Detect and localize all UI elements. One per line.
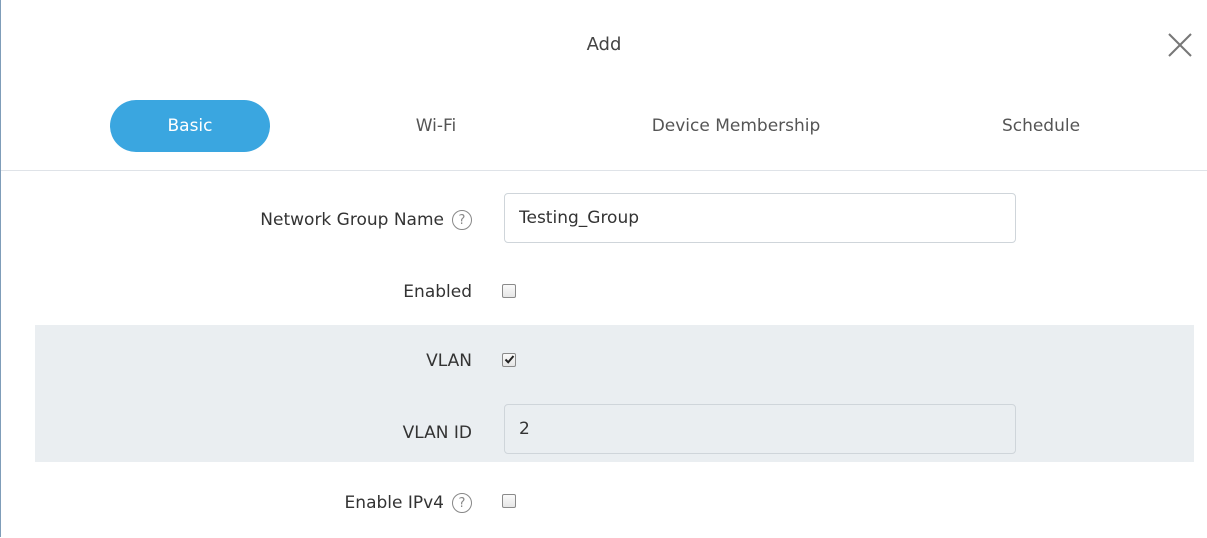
- close-button[interactable]: [1167, 32, 1193, 58]
- enabled-label: Enabled: [403, 282, 472, 302]
- tab-schedule[interactable]: Schedule: [971, 100, 1111, 152]
- vlan-label: VLAN: [426, 351, 472, 371]
- help-icon[interactable]: ?: [452, 493, 472, 513]
- vlan-id-label: VLAN ID: [402, 423, 472, 443]
- enabled-checkbox[interactable]: [502, 284, 516, 298]
- row-enable-ipv4: Enable IPv4?: [35, 470, 1194, 538]
- enable-ipv4-label-text: Enable IPv4: [344, 493, 444, 513]
- row-vlan: VLAN: [35, 325, 1194, 393]
- tab-device-membership[interactable]: Device Membership: [611, 100, 861, 152]
- tab-divider: [1, 170, 1207, 171]
- row-enabled: Enabled: [35, 258, 1194, 326]
- network-group-name-label: Network Group Name?: [260, 210, 472, 230]
- tab-bar: Basic Wi-Fi Device Membership Schedule: [1, 100, 1207, 152]
- network-group-name-input[interactable]: [504, 193, 1016, 243]
- enable-ipv4-label: Enable IPv4?: [345, 493, 472, 513]
- checkmark-icon: [504, 355, 515, 364]
- dialog-title: Add: [586, 34, 622, 55]
- help-icon[interactable]: ?: [452, 210, 472, 230]
- add-network-group-dialog: Add Basic Wi-Fi Device Membership Schedu…: [0, 0, 1207, 537]
- close-icon: [1168, 33, 1192, 57]
- row-network-group-name: Network Group Name?: [35, 188, 1194, 256]
- row-vlan-id: VLAN ID: [35, 393, 1194, 462]
- tab-wifi[interactable]: Wi-Fi: [381, 100, 491, 152]
- enable-ipv4-checkbox[interactable]: [502, 494, 516, 508]
- vlan-checkbox[interactable]: [502, 353, 516, 367]
- network-group-name-label-text: Network Group Name: [260, 210, 444, 230]
- vlan-id-input[interactable]: [504, 404, 1016, 454]
- tab-basic[interactable]: Basic: [110, 100, 270, 152]
